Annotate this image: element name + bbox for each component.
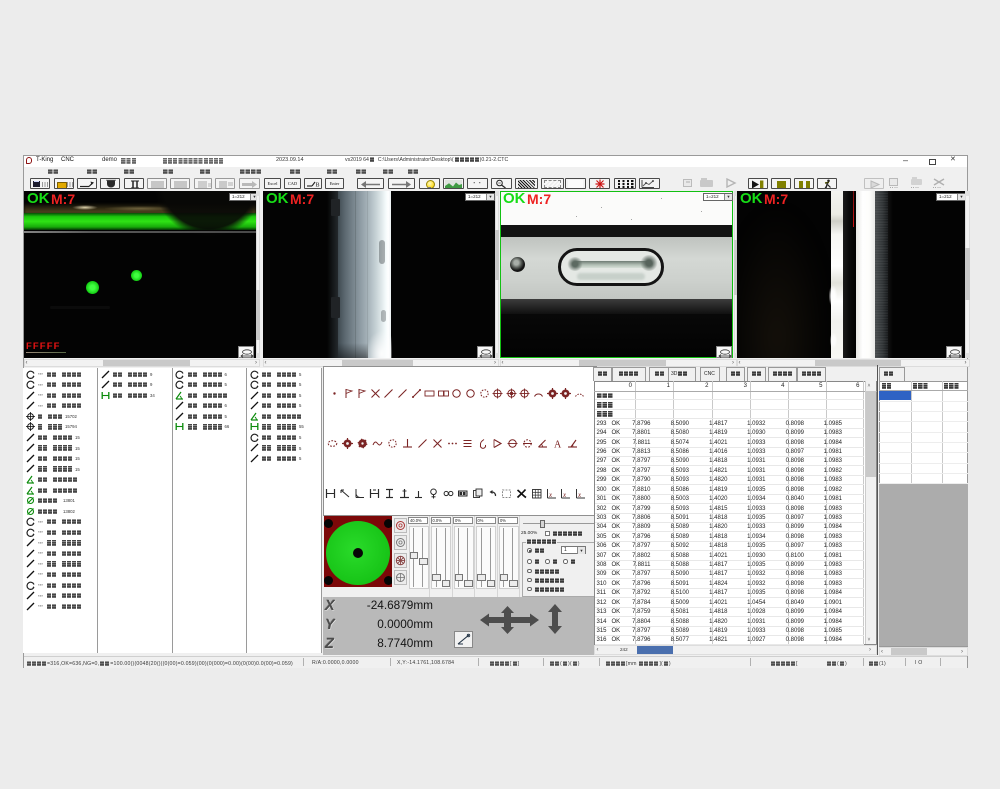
svg-text:A: A [554,439,562,449]
svg-text:B: B [316,183,320,189]
